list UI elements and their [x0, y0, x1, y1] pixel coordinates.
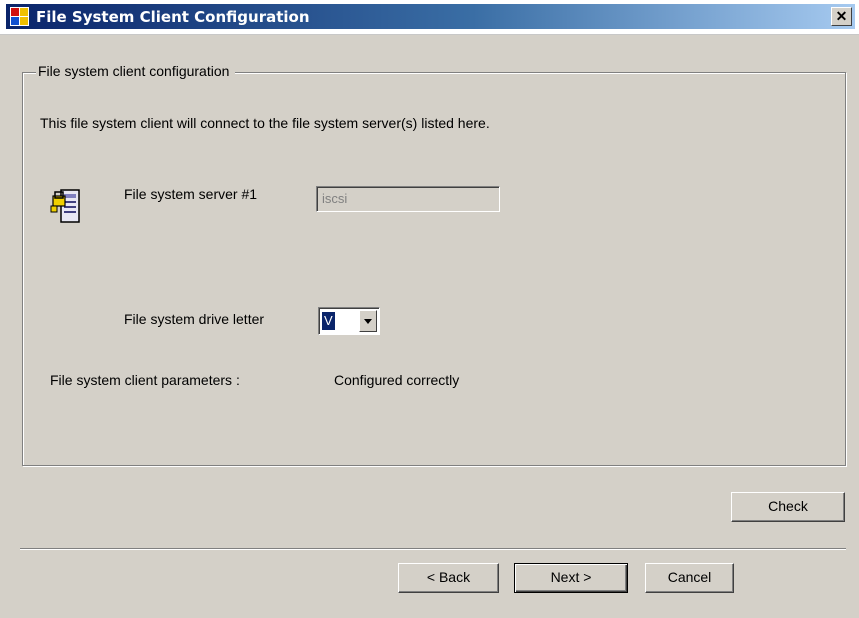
window-title: File System Client Configuration — [36, 8, 310, 26]
close-icon: ✕ — [835, 8, 848, 24]
next-button[interactable]: Next > — [514, 563, 628, 593]
chevron-down-icon[interactable] — [359, 310, 377, 332]
check-button[interactable]: Check — [731, 492, 845, 522]
groupbox-label: File system client configuration — [36, 63, 236, 79]
parameters-status: Configured correctly — [334, 372, 460, 388]
description-text: This file system client will connect to … — [40, 115, 490, 131]
title-bar: File System Client Configuration ✕ — [0, 0, 859, 35]
parameters-label: File system client parameters : — [50, 372, 240, 388]
client-config-groupbox — [22, 72, 846, 466]
app-window-icon — [10, 7, 29, 26]
title-bar-gradient: File System Client Configuration ✕ — [6, 4, 855, 29]
close-button[interactable]: ✕ — [831, 7, 852, 26]
server-icon — [50, 189, 80, 223]
separator — [20, 548, 846, 550]
server-label: File system server #1 — [124, 186, 258, 202]
back-button[interactable]: < Back — [398, 563, 499, 593]
drive-letter-select[interactable]: V — [318, 307, 380, 335]
server-field[interactable]: iscsi — [316, 186, 500, 212]
cancel-button[interactable]: Cancel — [645, 563, 734, 593]
drive-letter-value: V — [322, 312, 335, 330]
drive-letter-label: File system drive letter — [124, 311, 265, 327]
